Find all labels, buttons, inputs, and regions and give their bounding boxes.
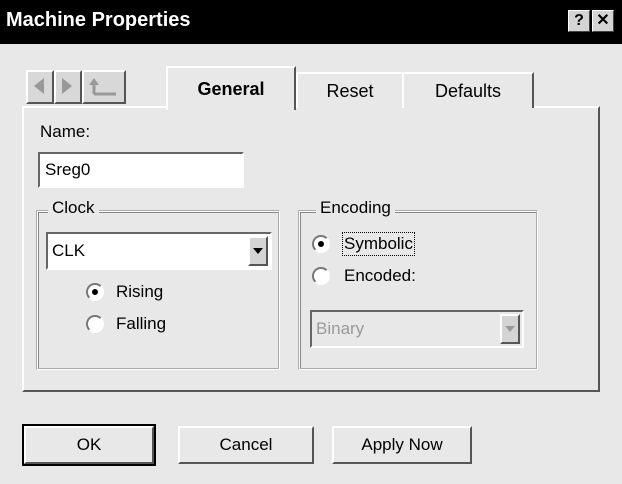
falling-radio[interactable] bbox=[86, 315, 104, 333]
tab-defaults[interactable]: Defaults bbox=[402, 72, 534, 108]
encoding-type-dropdown-button[interactable] bbox=[500, 314, 520, 344]
arrow-right-icon bbox=[62, 78, 72, 94]
symbolic-radio[interactable] bbox=[312, 235, 330, 253]
encoding-legend: Encoding bbox=[316, 198, 395, 218]
rising-label: Rising bbox=[116, 282, 164, 301]
encoding-type-dropdown[interactable]: Binary bbox=[310, 310, 524, 348]
clock-dropdown-button[interactable] bbox=[248, 236, 268, 266]
tab-reset[interactable]: Reset bbox=[296, 72, 404, 108]
clock-legend: Clock bbox=[48, 198, 99, 218]
back-button[interactable] bbox=[26, 70, 54, 104]
chevron-down-icon bbox=[505, 326, 515, 332]
clock-dropdown[interactable]: CLK bbox=[46, 232, 272, 270]
name-label: Name: bbox=[40, 122, 91, 141]
encoded-radio[interactable] bbox=[312, 267, 330, 285]
clock-selected-value: CLK bbox=[52, 241, 86, 260]
apply-now-button[interactable]: Apply Now bbox=[332, 426, 472, 464]
close-button[interactable]: ✕ bbox=[592, 10, 614, 32]
up-level-icon bbox=[89, 78, 116, 96]
ok-button[interactable]: OK bbox=[22, 424, 156, 466]
name-field[interactable]: Sreg0 bbox=[38, 152, 244, 188]
chevron-down-icon bbox=[253, 248, 263, 254]
tab-general[interactable]: General bbox=[166, 66, 296, 110]
symbolic-label: Symbolic bbox=[342, 232, 415, 256]
help-button[interactable]: ? bbox=[568, 10, 590, 32]
window-title: Machine Properties bbox=[6, 9, 191, 31]
encoded-label: Encoded: bbox=[344, 266, 416, 285]
encoding-type-value: Binary bbox=[316, 319, 365, 338]
falling-label: Falling bbox=[116, 314, 167, 333]
cancel-button[interactable]: Cancel bbox=[178, 426, 314, 464]
title-bar: Machine Properties ? ✕ bbox=[0, 0, 622, 44]
arrow-left-icon bbox=[34, 78, 44, 94]
forward-button[interactable] bbox=[54, 70, 82, 104]
rising-radio[interactable] bbox=[86, 283, 104, 301]
up-level-button[interactable] bbox=[82, 70, 126, 104]
